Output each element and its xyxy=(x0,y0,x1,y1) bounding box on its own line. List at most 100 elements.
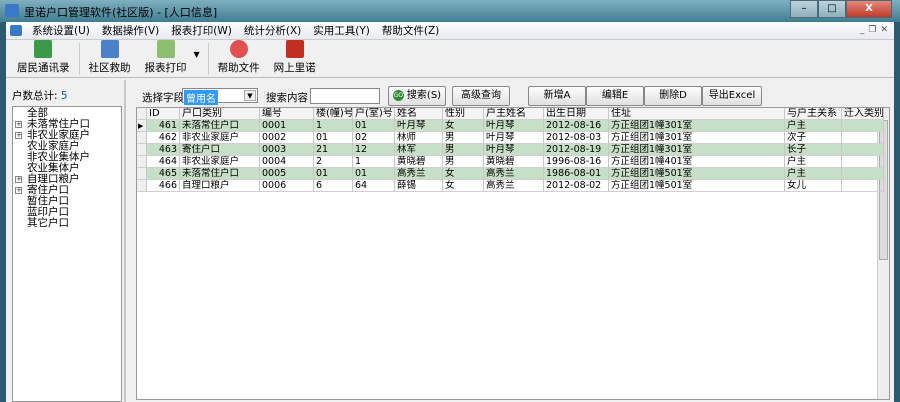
table-cell: 463 xyxy=(147,144,180,156)
table-cell: 0003 xyxy=(260,144,314,156)
main-panel: 选择字段 曾用名 ▼ 搜索内容 GO 搜索(S) 高级查询 新增A 编辑E 删除D … xyxy=(130,80,894,402)
search-button[interactable]: GO 搜索(S) xyxy=(388,86,446,106)
tree-node[interactable]: 其它户口 xyxy=(13,218,121,229)
edit-button[interactable]: 编辑E xyxy=(586,86,644,106)
table-cell xyxy=(842,156,884,168)
column-header[interactable]: ID xyxy=(147,108,180,120)
relief-button[interactable]: 社区救助 xyxy=(89,40,131,75)
divider xyxy=(78,43,80,75)
table-cell: 户主 xyxy=(785,168,842,180)
menu-help[interactable]: 帮助文件(Z) xyxy=(376,23,445,38)
help-button[interactable]: 帮助文件 xyxy=(218,40,260,75)
add-button[interactable]: 新增A xyxy=(528,86,586,106)
table-cell: 女 xyxy=(443,180,484,192)
contacts-button[interactable]: 居民通讯录 xyxy=(17,40,70,75)
menu-bar: 系统设置(U) 数据操作(V) 报表打印(W) 统计分析(X) 实用工具(Y) … xyxy=(6,22,894,40)
table-cell: 1996-08-16 xyxy=(544,156,609,168)
expand-icon[interactable]: + xyxy=(15,176,22,183)
column-header[interactable]: 户主姓名 xyxy=(484,108,544,120)
table-cell xyxy=(842,168,884,180)
contacts-label: 居民通讯录 xyxy=(17,62,70,74)
table-row[interactable]: ▶ 461 未落常住户口 0001 1 01 叶月琴女叶月琴 2012-08-16 方正组团1幢… xyxy=(137,120,884,132)
export-excel-button[interactable]: 导出Excel xyxy=(702,86,762,106)
field-label: 选择字段 xyxy=(142,92,184,104)
table-row[interactable]: 462 非农业家庭户 0002 01 02 林师男叶月琴 2012-08-03 方正组团1幢3… xyxy=(137,132,884,144)
table-cell: 2012-08-16 xyxy=(544,120,609,132)
column-header[interactable]: 编号 xyxy=(260,108,314,120)
row-header[interactable]: ▶ xyxy=(137,120,147,132)
mdi-restore-button[interactable]: ❐ xyxy=(868,25,876,35)
menu-data[interactable]: 数据操作(V) xyxy=(96,23,165,38)
column-header[interactable]: 姓名 xyxy=(395,108,443,120)
row-header[interactable] xyxy=(137,156,147,168)
row-header[interactable] xyxy=(137,180,147,192)
data-grid[interactable]: ID 户口类别 编号 楼(幢)号 户(室)号 姓名 性别 户主姓名 出生日期 住址 与户主关系 迁入类… xyxy=(136,107,890,400)
online-button[interactable]: 网上里诺 xyxy=(274,40,316,75)
table-cell: 非农业家庭户 xyxy=(180,156,260,168)
table-cell: 高秀兰 xyxy=(484,180,544,192)
table-cell: 2012-08-19 xyxy=(544,144,609,156)
menu-stats[interactable]: 统计分析(X) xyxy=(238,23,307,38)
table-cell: 非农业家庭户 xyxy=(180,132,260,144)
toolbar: 居民通讯录 社区救助 报表打印 ▼ 帮助文件 网上里诺 xyxy=(6,40,894,78)
table-cell: 长子 xyxy=(785,144,842,156)
table-cell: 叶月琴 xyxy=(484,144,544,156)
delete-button[interactable]: 删除D xyxy=(644,86,702,106)
menu-report[interactable]: 报表打印(W) xyxy=(165,23,238,38)
table-cell: 户主 xyxy=(785,156,842,168)
minimize-button[interactable]: – xyxy=(790,0,818,18)
dropdown-arrow-icon[interactable]: ▼ xyxy=(194,50,200,59)
table-row[interactable]: 466 自理口粮户 0006 6 64 薛锡女高秀兰 2012-08-02 方正组团1幢501… xyxy=(137,180,884,192)
table-cell: 2012-08-02 xyxy=(544,180,609,192)
column-header[interactable]: 迁入类别 xyxy=(842,108,884,120)
advanced-query-button[interactable]: 高级查询 xyxy=(452,86,510,106)
column-header[interactable]: 住址 xyxy=(609,108,785,120)
chart-icon xyxy=(100,40,119,58)
column-header[interactable]: 楼(幢)号 xyxy=(314,108,353,120)
row-header[interactable] xyxy=(137,132,147,144)
table-row[interactable]: 463 寄住户口 0003 21 12 林军男叶月琴 2012-08-19 方正组团1幢301… xyxy=(137,144,884,156)
table-cell: 12 xyxy=(353,144,395,156)
close-button[interactable]: X xyxy=(846,0,892,18)
table-row[interactable]: 465 未落常住户口 0005 01 01 高秀兰女高秀兰 1986-08-01 方正组团1幢… xyxy=(137,168,884,180)
report-print-button[interactable]: 报表打印 xyxy=(145,40,187,75)
table-row[interactable]: 464 非农业家庭户 0004 2 1 黄晓碧男黄晓碧 1996-08-16 方正组团1幢40… xyxy=(137,156,884,168)
search-input[interactable] xyxy=(310,88,380,104)
report-icon xyxy=(156,40,175,58)
content-label: 搜索内容 xyxy=(266,92,308,104)
column-header[interactable]: 与户主关系 xyxy=(785,108,842,120)
table-cell: 0005 xyxy=(260,168,314,180)
column-header[interactable]: 户(室)号 xyxy=(353,108,395,120)
table-cell: 01 xyxy=(353,120,395,132)
mdi-close-button[interactable]: ✕ xyxy=(880,25,888,35)
household-count: 户数总计: 5 xyxy=(12,90,68,102)
column-header[interactable]: 性别 xyxy=(443,108,484,120)
table-cell: 1986-08-01 xyxy=(544,168,609,180)
expand-icon[interactable]: + xyxy=(15,132,22,139)
column-header[interactable]: 户口类别 xyxy=(180,108,260,120)
table-cell: 21 xyxy=(314,144,353,156)
field-select[interactable]: 曾用名 ▼ xyxy=(182,88,258,105)
menu-system[interactable]: 系统设置(U) xyxy=(26,23,96,38)
row-header[interactable] xyxy=(137,168,147,180)
row-header[interactable] xyxy=(137,108,147,120)
table-cell xyxy=(842,120,884,132)
column-header[interactable]: 出生日期 xyxy=(544,108,609,120)
table-cell: 02 xyxy=(353,132,395,144)
row-header[interactable] xyxy=(137,144,147,156)
expand-icon[interactable]: + xyxy=(15,121,22,128)
chevron-down-icon[interactable]: ▼ xyxy=(244,90,256,101)
table-cell: 薛锡 xyxy=(395,180,443,192)
table-cell: 户主 xyxy=(785,120,842,132)
window-title: 里诺户口管理软件(社区版) - [人口信息] xyxy=(24,6,218,19)
table-cell: 01 xyxy=(314,132,353,144)
left-panel: 户数总计: 5 全部 + 未落常住户口 + 非农业家庭户 农业家庭户 非农业集体户 农业集体户… xyxy=(6,80,126,402)
mdi-minimize-button[interactable]: _ xyxy=(860,25,865,35)
table-cell xyxy=(842,144,884,156)
maximize-button[interactable]: □ xyxy=(818,0,846,18)
expand-icon[interactable]: + xyxy=(15,187,22,194)
table-cell: 2012-08-03 xyxy=(544,132,609,144)
table-cell: 464 xyxy=(147,156,180,168)
table-cell: 叶月琴 xyxy=(395,120,443,132)
menu-tools[interactable]: 实用工具(Y) xyxy=(307,23,376,38)
